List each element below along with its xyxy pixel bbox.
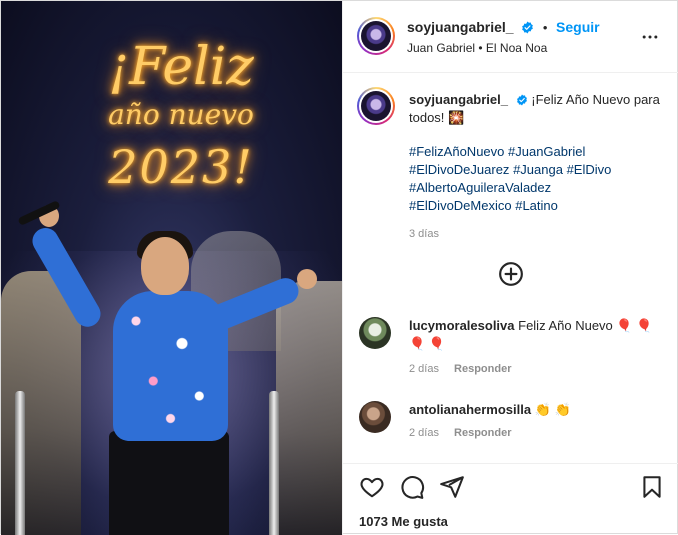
hashtag[interactable]: #FelizAñoNuevo (409, 144, 504, 159)
action-bar: 1073 Me gusta (343, 463, 678, 535)
comment-text: 👏 👏 (534, 402, 571, 417)
hashtag[interactable]: #ElDivoDeMexico (409, 198, 512, 213)
performer-head (141, 237, 189, 295)
hashtag[interactable]: #AlbertoAguileraValadez (409, 180, 551, 195)
commenter-avatar[interactable] (359, 401, 391, 433)
heart-icon[interactable] (359, 474, 385, 500)
commenter-avatar[interactable] (359, 317, 391, 349)
hashtag[interactable]: #ElDivo (567, 162, 612, 177)
author-username[interactable]: soyjuangabriel_ (407, 19, 514, 35)
more-icon[interactable] (640, 27, 660, 47)
bookmark-icon[interactable] (639, 474, 665, 500)
performer-arm (27, 223, 106, 332)
neon-greeting: ¡Feliz año nuevo 2023! (61, 35, 301, 195)
comment-meta: 2 días Responder (409, 427, 512, 439)
mic-stand (15, 391, 25, 535)
hashtag[interactable]: #ElDivoDeJuarez (409, 162, 509, 177)
post-header: soyjuangabriel_ • Seguir Juan Gabriel • … (343, 1, 678, 73)
caption: soyjuangabriel_ ¡Feliz Año Nuevo para to… (409, 91, 664, 127)
share-icon[interactable] (439, 474, 465, 500)
performer-hand (297, 269, 317, 289)
performer-shirt (113, 291, 228, 441)
caption-time: 3 días (409, 228, 439, 240)
comment-item: lucymoralesoliva Feliz Año Nuevo 🎈 🎈 🎈 🎈… (359, 317, 669, 377)
hashtag[interactable]: #JuanGabriel (508, 144, 585, 159)
hashtag[interactable]: #Latino (515, 198, 558, 213)
comments-scroll-area[interactable]: soyjuangabriel_ ¡Feliz Año Nuevo para to… (343, 73, 678, 463)
instagram-post: ¡Feliz año nuevo 2023! soyjuangabriel_ •… (0, 0, 678, 535)
add-comment-icon[interactable] (498, 261, 524, 287)
comment-time: 2 días (409, 363, 439, 375)
performer-figure (1, 191, 342, 535)
author-avatar[interactable] (357, 17, 395, 55)
greeting-line-3: 2023! (108, 140, 254, 194)
caption-avatar[interactable] (357, 87, 395, 125)
comment-username[interactable]: antolianahermosilla (409, 402, 531, 417)
caption-username[interactable]: soyjuangabriel_ (409, 92, 508, 107)
comment-meta: 2 días Responder (409, 363, 512, 375)
hashtag[interactable]: #Juanga (513, 162, 563, 177)
comment-username[interactable]: lucymoralesoliva (409, 318, 515, 333)
post-image[interactable]: ¡Feliz año nuevo 2023! (1, 1, 342, 535)
comment-item: antolianahermosilla 👏 👏 2 días Responder (359, 401, 669, 451)
reply-button[interactable]: Responder (454, 363, 511, 375)
hashtags: #FelizAñoNuevo #JuanGabriel #ElDivoDeJua… (409, 143, 664, 243)
mic-stand (269, 391, 279, 535)
verified-icon (522, 21, 534, 34)
comment-text-block: lucymoralesoliva Feliz Año Nuevo 🎈 🎈 🎈 🎈 (409, 317, 669, 353)
verified-icon (516, 94, 527, 106)
greeting-line-1: ¡Feliz (108, 37, 254, 97)
reply-button[interactable]: Responder (454, 427, 511, 439)
likes-count[interactable]: 1073 Me gusta (359, 514, 448, 529)
follow-button[interactable]: Seguir (556, 19, 600, 35)
performer-pants (109, 431, 229, 535)
post-side-panel: soyjuangabriel_ • Seguir Juan Gabriel • … (342, 1, 678, 535)
header-separator: • (542, 20, 548, 35)
comment-text-block: antolianahermosilla 👏 👏 (409, 401, 669, 419)
comment-time: 2 días (409, 427, 439, 439)
greeting-line-2: año nuevo (108, 98, 254, 131)
post-location[interactable]: Juan Gabriel • El Noa Noa (407, 41, 547, 55)
comment-icon[interactable] (399, 474, 425, 500)
